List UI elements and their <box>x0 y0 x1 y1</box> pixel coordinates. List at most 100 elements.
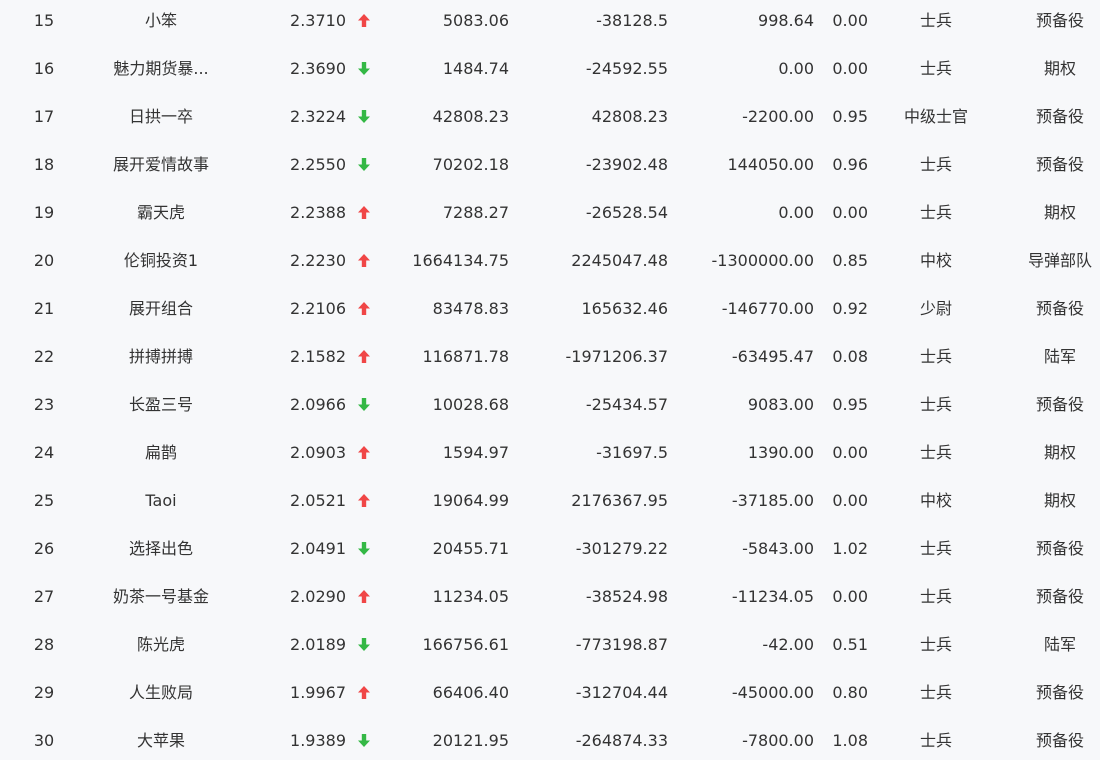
rank-cell: 22 <box>33 347 55 366</box>
trend-down-icon <box>352 93 376 141</box>
score-cell: 2.0189 <box>290 635 346 654</box>
name-cell: 奶茶一号基金 <box>112 587 209 606</box>
value-1-cell: 66406.40 <box>432 683 509 702</box>
value-4-cell: 0.96 <box>832 155 868 174</box>
value-2-cell: 165632.46 <box>581 299 668 318</box>
value-3-cell: -11234.05 <box>731 587 814 606</box>
score-cell: 2.0290 <box>290 587 346 606</box>
table-row[interactable]: 19 霸天虎 2.2388 7288.27 -26528.54 0.00 0.00 士兵 期权 <box>0 189 1100 237</box>
type-cell: 导弹部队 <box>1027 251 1092 270</box>
value-3-cell: 0.00 <box>778 59 814 78</box>
table-row[interactable]: 30 大苹果 1.9389 20121.95 -264874.33 -7800.00 1.0… <box>0 717 1100 760</box>
table-row[interactable]: 26 选择出色 2.0491 20455.71 -301279.22 -5843.00 1.… <box>0 525 1100 573</box>
table-row[interactable]: 25 Taoi 2.0521 19064.99 2176367.95 -37185.00 0… <box>0 477 1100 525</box>
value-1-cell: 42808.23 <box>432 107 509 126</box>
value-2-cell: -312704.44 <box>575 683 668 702</box>
value-4-cell: 0.00 <box>832 491 868 510</box>
rank-cell: 21 <box>33 299 55 318</box>
name-cell: 日拱一卒 <box>128 107 193 126</box>
value-2-cell: -264874.33 <box>575 731 668 750</box>
rank-cell: 28 <box>33 635 55 654</box>
type-cell: 陆军 <box>1043 347 1076 366</box>
trend-down-icon <box>352 717 376 760</box>
value-3-cell: -5843.00 <box>742 539 814 558</box>
rank-title-cell: 士兵 <box>919 59 952 78</box>
name-cell: 伦铜投资1 <box>123 251 199 270</box>
trend-up-icon <box>352 285 376 333</box>
value-2-cell: -31697.5 <box>596 443 668 462</box>
table-row[interactable]: 20 伦铜投资1 2.2230 1664134.75 2245047.48 -130000… <box>0 237 1100 285</box>
value-4-cell: 1.02 <box>832 539 868 558</box>
value-1-cell: 1594.97 <box>442 443 509 462</box>
value-3-cell: 0.00 <box>778 203 814 222</box>
table-row[interactable]: 22 拼搏拼搏 2.1582 116871.78 -1971206.37 -63495.4… <box>0 333 1100 381</box>
table-row[interactable]: 15 小笨 2.3710 5083.06 -38128.5 998.64 0.00 士兵 预备役 <box>0 0 1100 45</box>
table-row[interactable]: 21 展开组合 2.2106 83478.83 165632.46 -146770.00 0… <box>0 285 1100 333</box>
score-cell: 2.0966 <box>290 395 346 414</box>
rank-cell: 23 <box>33 395 55 414</box>
value-3-cell: -1300000.00 <box>711 251 814 270</box>
name-cell: 选择出色 <box>128 539 193 558</box>
rank-cell: 24 <box>33 443 55 462</box>
value-1-cell: 83478.83 <box>432 299 509 318</box>
name-cell: Taoi <box>145 491 177 510</box>
value-3-cell: 9083.00 <box>747 395 814 414</box>
table-row[interactable]: 29 人生败局 1.9967 66406.40 -312704.44 -45000.00 0… <box>0 669 1100 717</box>
rank-title-cell: 士兵 <box>919 443 952 462</box>
value-4-cell: 0.85 <box>832 251 868 270</box>
type-cell: 预备役 <box>1035 683 1084 702</box>
value-3-cell: -7800.00 <box>742 731 814 750</box>
value-4-cell: 0.51 <box>832 635 868 654</box>
table-row[interactable]: 28 陈光虎 2.0189 166756.61 -773198.87 -42.00 0.51… <box>0 621 1100 669</box>
trend-up-icon <box>352 429 376 477</box>
value-4-cell: 0.00 <box>832 11 868 30</box>
value-4-cell: 0.95 <box>832 107 868 126</box>
rank-cell: 29 <box>33 683 55 702</box>
score-cell: 2.3224 <box>290 107 346 126</box>
value-2-cell: -26528.54 <box>585 203 668 222</box>
score-cell: 1.9389 <box>290 731 346 750</box>
table-row[interactable]: 17 日拱一卒 2.3224 42808.23 42808.23 -2200.00 0.95… <box>0 93 1100 141</box>
score-cell: 2.1582 <box>290 347 346 366</box>
rank-title-cell: 士兵 <box>919 203 952 222</box>
score-cell: 2.0903 <box>290 443 346 462</box>
trend-down-icon <box>352 45 376 93</box>
type-cell: 预备役 <box>1035 107 1084 126</box>
name-cell: 扁鹊 <box>144 443 177 462</box>
rank-cell: 15 <box>33 11 55 30</box>
value-4-cell: 0.80 <box>832 683 868 702</box>
name-cell: 展开组合 <box>128 299 193 318</box>
value-3-cell: -42.00 <box>762 635 814 654</box>
value-4-cell: 0.92 <box>832 299 868 318</box>
name-cell: 霸天虎 <box>136 203 185 222</box>
table-row[interactable]: 27 奶茶一号基金 2.0290 11234.05 -38524.98 -11234.05… <box>0 573 1100 621</box>
trend-up-icon <box>352 669 376 717</box>
value-3-cell: 998.64 <box>758 11 814 30</box>
rank-cell: 26 <box>33 539 55 558</box>
rank-title-cell: 中级士官 <box>903 107 968 126</box>
trend-down-icon <box>352 381 376 429</box>
table-row[interactable]: 24 扁鹊 2.0903 1594.97 -31697.5 1390.00 0.00 士兵 期权 <box>0 429 1100 477</box>
table-row[interactable]: 16 魅力期货暴... 2.3690 1484.74 -24592.55 0.00 0.00… <box>0 45 1100 93</box>
table-row[interactable]: 23 长盈三号 2.0966 10028.68 -25434.57 9083.00 0.95… <box>0 381 1100 429</box>
value-3-cell: 144050.00 <box>727 155 814 174</box>
value-1-cell: 1664134.75 <box>412 251 509 270</box>
type-cell: 预备役 <box>1035 587 1084 606</box>
type-cell: 预备役 <box>1035 395 1084 414</box>
rank-title-cell: 士兵 <box>919 347 952 366</box>
table-row[interactable]: 18 展开爱情故事 2.2550 70202.18 -23902.48 144050.00… <box>0 141 1100 189</box>
name-cell: 陈光虎 <box>136 635 185 654</box>
rank-title-cell: 士兵 <box>919 11 952 30</box>
name-cell: 展开爱情故事 <box>112 155 209 174</box>
rank-cell: 30 <box>33 731 55 750</box>
rank-title-cell: 士兵 <box>919 683 952 702</box>
type-cell: 陆军 <box>1043 635 1076 654</box>
value-1-cell: 70202.18 <box>432 155 509 174</box>
value-2-cell: -24592.55 <box>585 59 668 78</box>
value-2-cell: -25434.57 <box>585 395 668 414</box>
rank-cell: 18 <box>33 155 55 174</box>
name-cell: 小笨 <box>144 11 177 30</box>
value-1-cell: 7288.27 <box>442 203 509 222</box>
value-4-cell: 0.00 <box>832 443 868 462</box>
type-cell: 预备役 <box>1035 731 1084 750</box>
